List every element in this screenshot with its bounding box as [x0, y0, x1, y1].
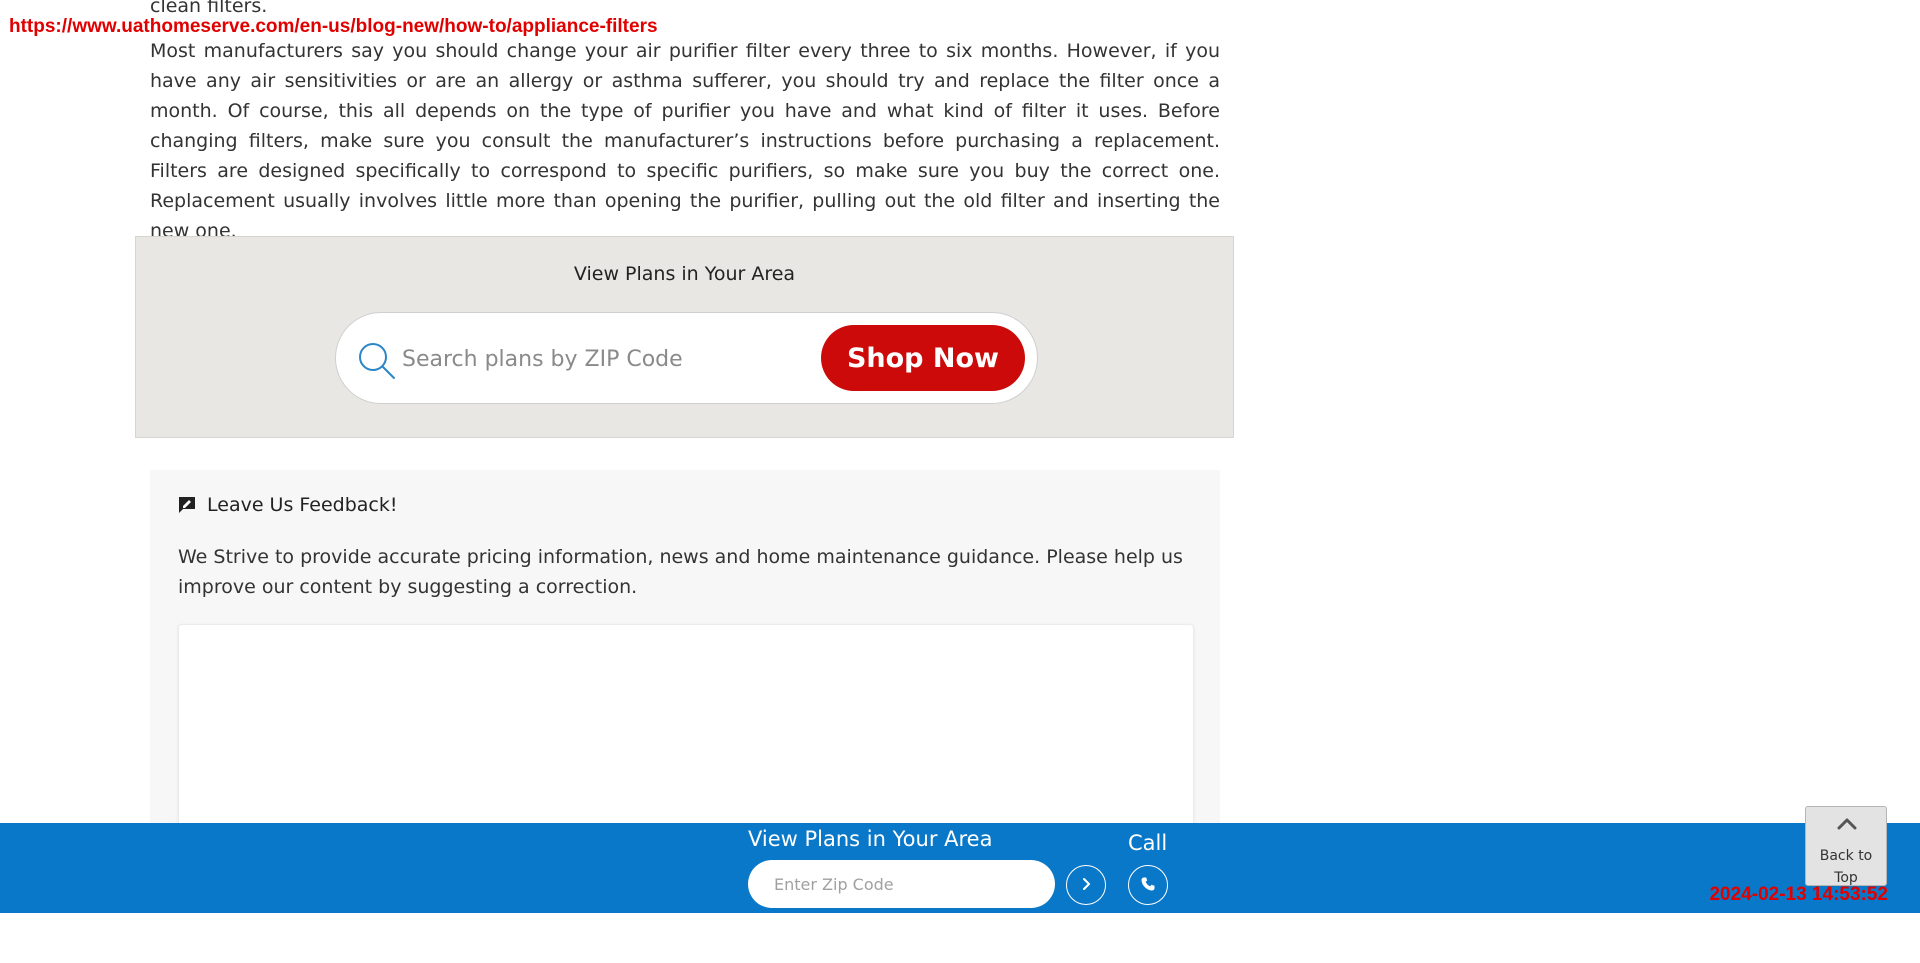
- phone-icon: [1140, 876, 1156, 895]
- url-overlay: https://www.uathomeserve.com/en-us/blog-…: [9, 16, 658, 37]
- feedback-textarea[interactable]: [178, 624, 1194, 844]
- feedback-description: We Strive to provide accurate pricing in…: [178, 546, 1183, 598]
- chevron-right-icon: [1079, 877, 1093, 894]
- call-button[interactable]: [1128, 865, 1168, 905]
- zip-code-search-input[interactable]: [400, 335, 804, 383]
- feedback-panel: Leave Us Feedback! We Strive to provide …: [150, 470, 1220, 844]
- back-to-top-label: Back to Top: [1819, 848, 1873, 886]
- search-icon: [356, 340, 398, 382]
- zip-code-input[interactable]: [748, 860, 1055, 908]
- zip-search-bar: Shop Now: [335, 312, 1038, 404]
- feedback-icon: [178, 496, 196, 514]
- chevron-up-icon: [1836, 817, 1858, 831]
- back-to-top-button[interactable]: Back to Top: [1805, 806, 1887, 886]
- bottom-bar-title: View Plans in Your Area: [748, 827, 993, 851]
- article-paragraph: Most manufacturers say you should change…: [150, 40, 1220, 242]
- sticky-bottom-bar: View Plans in Your Area Call: [0, 823, 1920, 913]
- shop-now-button[interactable]: Shop Now: [821, 325, 1025, 391]
- timestamp-overlay: 2024-02-13 14:53:52: [1709, 884, 1888, 905]
- plans-panel-title: View Plans in Your Area: [573, 263, 796, 285]
- zip-submit-button[interactable]: [1066, 865, 1106, 905]
- feedback-title: Leave Us Feedback!: [207, 494, 398, 516]
- call-label: Call: [1128, 831, 1168, 855]
- view-plans-panel: View Plans in Your Area Shop Now: [135, 236, 1234, 438]
